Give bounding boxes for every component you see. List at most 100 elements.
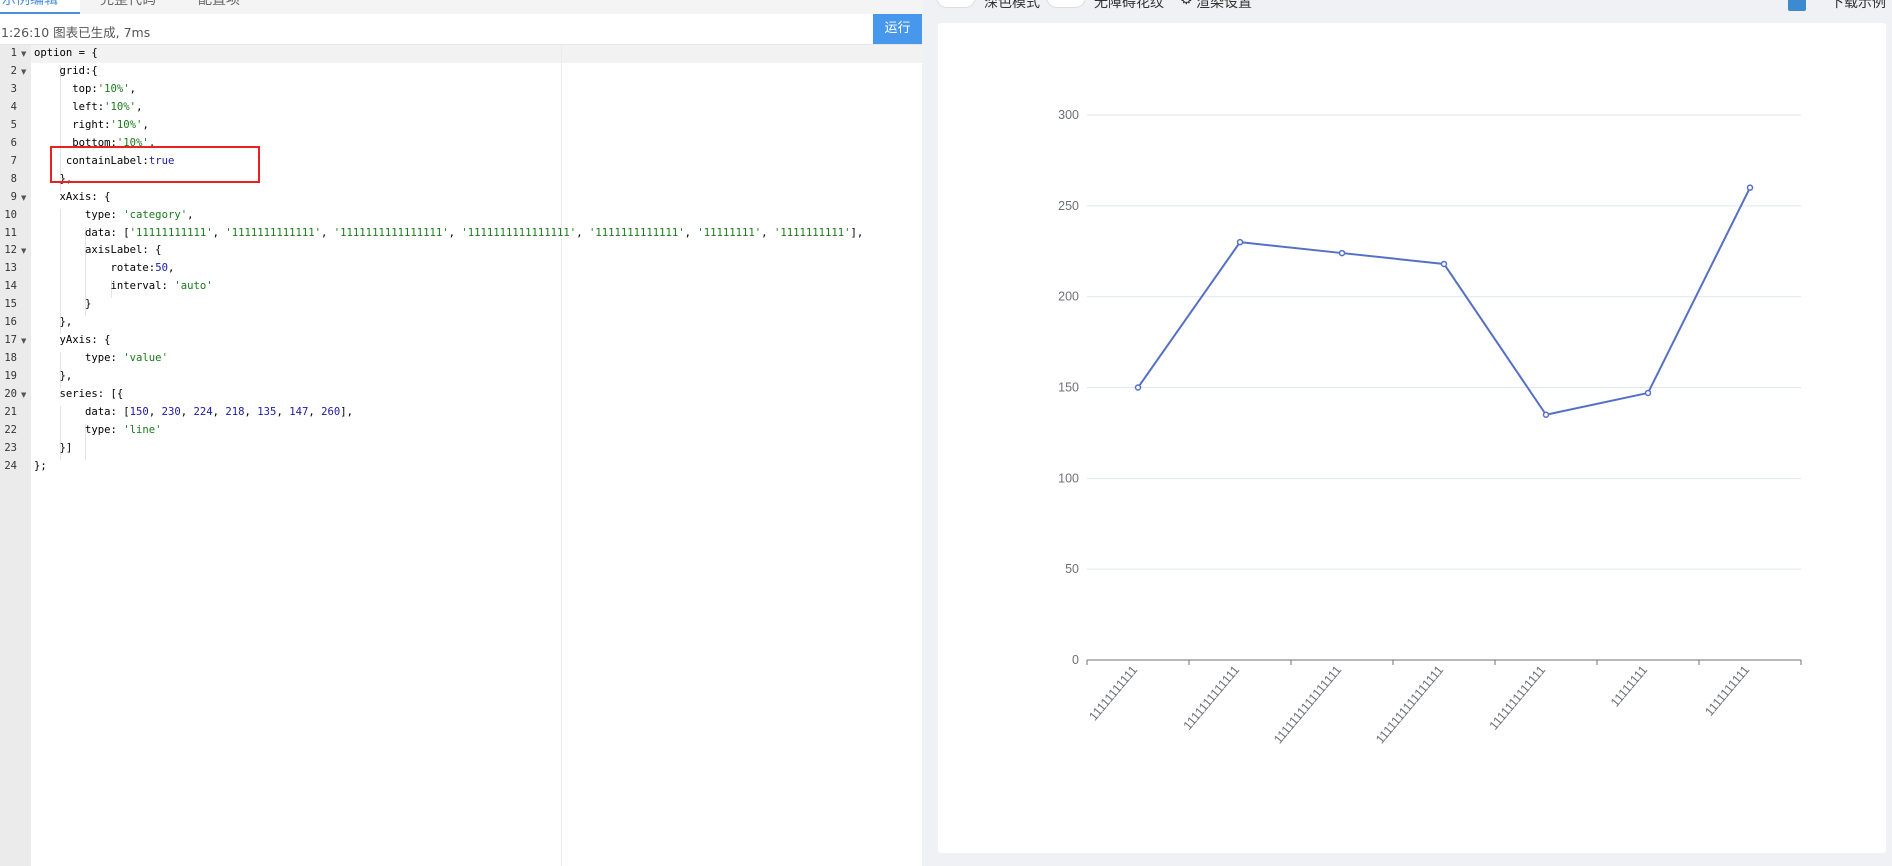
code-token: data: [ (34, 406, 130, 418)
code-line: data: [150, 230, 224, 218, 135, 147, 260… (34, 406, 353, 418)
code-token: rotate: (34, 262, 156, 275)
code-token: right: (34, 118, 111, 131)
data-point (1440, 260, 1448, 268)
code-token: } (34, 298, 92, 311)
annotation-highlight-box (50, 146, 260, 183)
data-point (1542, 411, 1550, 418)
code-token: interval: (34, 280, 175, 293)
code-token: 'category' (123, 208, 188, 221)
line-number-gutter (0, 45, 31, 866)
dark-mode-toggle[interactable] (936, 0, 976, 8)
code-token: 218 (225, 406, 245, 418)
code-line: right:'10%', (34, 119, 149, 131)
settings-gear-icon[interactable]: ⚙ (1180, 0, 1193, 8)
line-number: 4 (10, 100, 17, 113)
y-tick-label: 100 (1058, 471, 1079, 485)
code-token: '1111111111111111' (333, 226, 449, 239)
line-number: 14 (4, 280, 17, 293)
code-token: '10%' (104, 100, 137, 113)
x-tick-label: 11111111111 (1086, 663, 1140, 724)
line-number: 12 (4, 244, 17, 257)
y-tick-label: 0 (1072, 653, 1079, 667)
y-tick-label: 250 (1058, 199, 1079, 213)
line-number: 6 (10, 136, 17, 149)
x-tick-label: 1111111111111 (1487, 663, 1549, 733)
code-line: type: 'value' (34, 352, 168, 364)
code-token: 50 (155, 262, 168, 275)
code-line: }] (34, 441, 73, 454)
active-line-highlight (31, 45, 922, 63)
code-line: series: [{ (34, 388, 124, 401)
code-token: , (129, 82, 137, 95)
y-tick-label: 300 (1058, 108, 1079, 122)
line-number: 2 (10, 64, 17, 77)
code-token: }] (34, 441, 73, 454)
fold-toggle-icon[interactable]: ▼ (21, 337, 26, 345)
code-line: }, (34, 370, 73, 382)
data-point (1644, 389, 1652, 397)
tab-example-edit[interactable]: 示例编辑 (0, 0, 80, 14)
chart-container: 0 50 100 150 200 250 300 11111111111 11111111111… (938, 23, 1886, 853)
line-number: 7 (10, 154, 17, 167)
code-token: , (276, 406, 290, 418)
tab-options[interactable]: 配置项 (198, 0, 240, 9)
code-line: left:'10%', (34, 101, 142, 113)
code-token: series: [{ (34, 388, 124, 401)
no-animation-label: 无障碍花纹 (1094, 0, 1164, 11)
render-settings-label[interactable]: 渲染设置 (1196, 0, 1252, 12)
code-token: }; (34, 459, 47, 472)
fold-toggle-icon[interactable]: ▼ (21, 68, 26, 76)
download-label[interactable]: 下载示例 (1830, 0, 1886, 12)
code-line: axisLabel: { (34, 244, 162, 256)
code-line: top:'10%', (34, 83, 136, 95)
code-token: , (576, 226, 589, 239)
x-tick-label: 1111111111 (1702, 663, 1752, 719)
fold-toggle-icon[interactable]: ▼ (21, 247, 26, 255)
code-line: }, (34, 316, 73, 329)
code-token: 'auto' (174, 280, 213, 293)
line-number: 3 (10, 82, 17, 95)
code-token: }, (34, 316, 73, 329)
y-tick-label: 50 (1065, 562, 1079, 576)
code-token: '10%' (110, 118, 143, 131)
code-token: , (167, 262, 175, 275)
fold-toggle-icon[interactable]: ▼ (21, 194, 26, 202)
code-token: 147 (289, 406, 309, 418)
line-number: 21 (4, 406, 17, 418)
code-token: , (136, 100, 143, 113)
line-number: 20 (4, 388, 17, 401)
code-editor-panel: 示例编辑 完整代码 配置项 1:26:10 图表已生成, 7ms 运行 1 ▼ 2 ▼… (0, 0, 922, 866)
code-token: , (321, 226, 334, 239)
download-icon[interactable] (1788, 0, 1806, 11)
dark-mode-label: 深色模式 (984, 0, 1040, 11)
code-token: type: (34, 352, 124, 365)
code-token: , (448, 226, 462, 239)
fold-toggle-icon[interactable]: ▼ (21, 391, 26, 399)
line-number: 1 (10, 47, 17, 59)
line-number: 16 (4, 316, 17, 329)
code-token: '1111111111' (773, 226, 851, 239)
fold-toggle-icon[interactable]: ▼ (21, 50, 26, 58)
status-bar: 1:26:10 图表已生成, 7ms (0, 14, 922, 45)
line-number: 22 (4, 423, 17, 436)
run-button[interactable]: 运行 (873, 14, 922, 44)
code-line: interval: 'auto' (34, 280, 213, 292)
line-chart: 05010015020025030011111111111 11111111111… (1058, 108, 1802, 747)
code-token: 150 (129, 406, 149, 418)
code-token: axisLabel: { (34, 244, 162, 257)
code-token: '11111111' (697, 226, 762, 239)
code-token: , (187, 208, 194, 221)
tab-full-code[interactable]: 完整代码 (100, 0, 156, 9)
series-line (1137, 187, 1751, 416)
no-animation-toggle[interactable] (1046, 0, 1086, 8)
x-tick-label: 1111111111111 (1181, 663, 1243, 733)
line-number: 8 (10, 172, 17, 185)
code-token: xAxis: { (34, 190, 111, 203)
code-token: , (212, 406, 226, 418)
code-token: , (148, 406, 162, 418)
code-token: 224 (193, 406, 213, 418)
line-number: 15 (4, 298, 17, 311)
line-number: 18 (4, 352, 17, 365)
x-tick-label: 1111111111111111 (1373, 663, 1446, 747)
code-token: top: (34, 82, 98, 95)
